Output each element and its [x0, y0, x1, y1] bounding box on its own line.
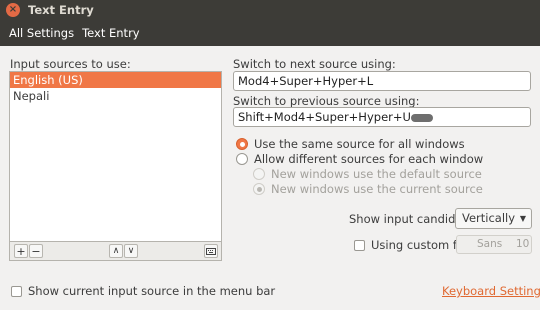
- font-name: Sans: [477, 238, 503, 250]
- show-in-menu-label: Show current input source in the menu ba…: [28, 284, 276, 298]
- new-current-radio: New windows use the current source: [253, 182, 483, 196]
- keyboard-settings-link[interactable]: Keyboard Settings...: [442, 284, 540, 298]
- next-source-field[interactable]: Mod4+Super+Hyper+L: [233, 71, 531, 91]
- checkbox[interactable]: [11, 285, 22, 297]
- new-default-radio: New windows use the default source: [253, 167, 482, 181]
- prev-source-label: Switch to previous source using:: [233, 94, 420, 108]
- same-source-radio[interactable]: Use the same source for all windows: [236, 137, 465, 151]
- breadcrumb-current[interactable]: Text Entry: [82, 26, 140, 40]
- remove-source-button[interactable]: −: [29, 244, 43, 258]
- font-chooser-button: Sans 10: [456, 235, 532, 254]
- same-source-label: Use the same source for all windows: [254, 137, 465, 151]
- keyboard-layout-button[interactable]: [204, 244, 218, 258]
- next-source-label: Switch to next source using:: [233, 57, 396, 71]
- move-down-button[interactable]: ∨: [124, 244, 138, 258]
- candidates-value: Vertically: [462, 211, 516, 225]
- candidates-dropdown[interactable]: Vertically ▼: [455, 208, 532, 229]
- input-sources-label: Input sources to use:: [10, 57, 131, 71]
- window-title: Text Entry: [28, 3, 94, 17]
- redaction-mark: [410, 113, 433, 122]
- new-default-label: New windows use the default source: [271, 167, 482, 181]
- keyboard-icon: [206, 247, 216, 255]
- add-source-button[interactable]: +: [14, 244, 28, 258]
- input-sources-list[interactable]: English (US) Nepali: [9, 71, 222, 242]
- chevron-down-icon: ▼: [519, 214, 526, 223]
- show-in-menu-checkbox[interactable]: Show current input source in the menu ba…: [11, 284, 275, 298]
- list-item[interactable]: Nepali: [10, 88, 221, 104]
- radio-button: [253, 168, 265, 180]
- radio-button[interactable]: [236, 153, 248, 165]
- prev-source-value: Shift+Mod4+Super+Hyper+U: [238, 110, 411, 124]
- checkbox[interactable]: [354, 239, 365, 251]
- prev-source-field[interactable]: Shift+Mod4+Super+Hyper+U: [233, 107, 531, 127]
- move-up-button[interactable]: ∧: [109, 244, 123, 258]
- new-current-label: New windows use the current source: [271, 182, 483, 196]
- different-source-radio[interactable]: Allow different sources for each window: [236, 152, 483, 166]
- title-bar: × Text Entry: [0, 0, 540, 20]
- font-size: 10: [516, 238, 530, 250]
- list-item[interactable]: English (US): [10, 72, 221, 88]
- close-icon[interactable]: ×: [6, 3, 20, 17]
- radio-button: [253, 183, 265, 195]
- list-toolbar: + − ∧ ∨: [9, 242, 222, 261]
- radio-button[interactable]: [236, 138, 248, 150]
- all-settings-button[interactable]: All Settings: [9, 26, 74, 40]
- different-source-label: Allow different sources for each window: [254, 152, 484, 166]
- next-source-value: Mod4+Super+Hyper+L: [238, 74, 374, 88]
- breadcrumb: All Settings Text Entry: [0, 20, 540, 46]
